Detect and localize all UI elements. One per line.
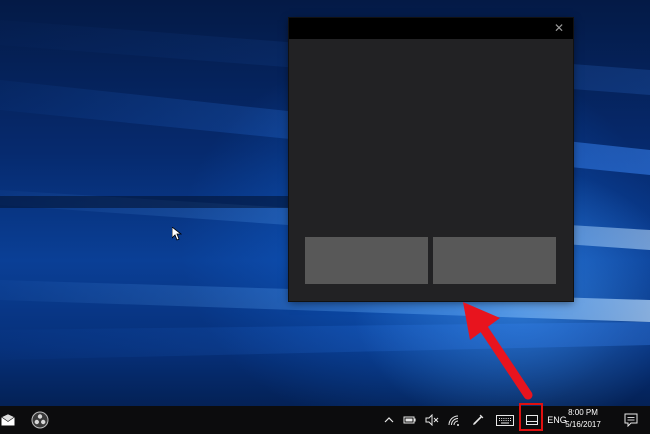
taskbar-clock[interactable]: 8:00 PM 5/16/2017: [558, 407, 608, 433]
chevron-up-icon: [384, 417, 394, 423]
show-hidden-icons-button[interactable]: [382, 406, 396, 434]
pen-icon: [473, 414, 484, 425]
mail-icon: [1, 414, 15, 426]
obs-taskbar-button[interactable]: [28, 406, 52, 434]
notification-icon: [624, 413, 638, 427]
obs-icon: [31, 411, 49, 429]
volume-button[interactable]: [424, 406, 440, 434]
windows-ink-button[interactable]: [470, 406, 486, 434]
action-center-button[interactable]: [620, 406, 642, 434]
mail-taskbar-button[interactable]: [0, 406, 16, 434]
taskbar: ENG 8:00 PM 5/16/2017: [0, 406, 650, 434]
clock-date: 5/16/2017: [565, 420, 601, 429]
clock-time: 8:00 PM: [568, 408, 598, 417]
wifi-icon: [448, 415, 459, 426]
touch-keyboard-button[interactable]: [494, 406, 516, 434]
network-button[interactable]: [446, 406, 462, 434]
battery-icon: [403, 416, 416, 424]
red-arrow-annotation: [463, 302, 533, 400]
battery-button[interactable]: [402, 406, 418, 434]
touchpad-icon-highlight: [519, 403, 543, 431]
keyboard-icon: [496, 414, 514, 426]
volume-muted-icon: [425, 414, 439, 426]
desktop: ✕ ENG 8:00 PM 5/16/2017: [0, 0, 650, 434]
